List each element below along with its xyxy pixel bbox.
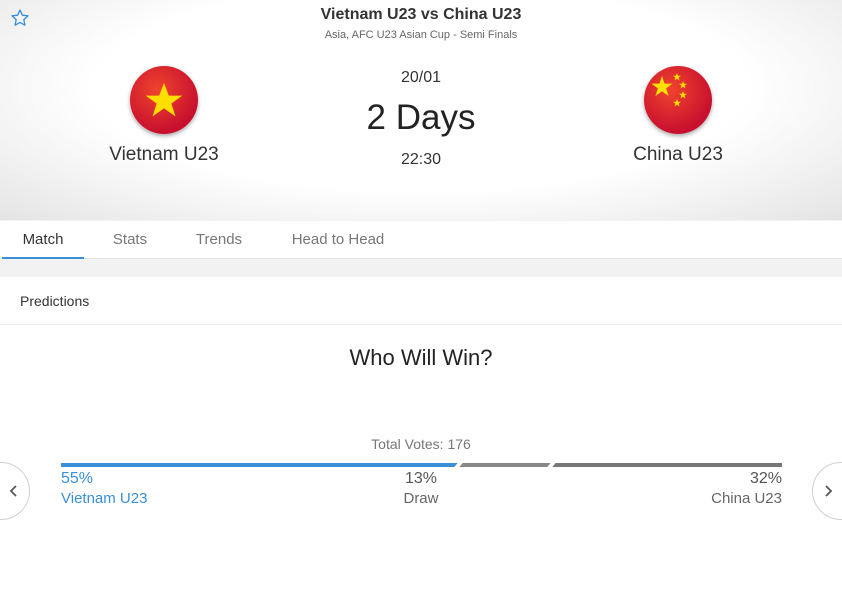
draw-vote-label[interactable]: Draw xyxy=(321,490,521,507)
vote-bar xyxy=(61,462,782,468)
draw-vote-pct: 13% xyxy=(404,470,438,487)
home-team[interactable]: Vietnam U23 xyxy=(64,66,264,166)
tab-match[interactable]: Match xyxy=(2,221,84,259)
match-time: 22:30 xyxy=(400,151,442,168)
home-team-name: Vietnam U23 xyxy=(109,144,219,165)
vote-bar-away xyxy=(551,463,782,467)
tab-trends[interactable]: Trends xyxy=(184,221,254,259)
away-vote-pct: 32% xyxy=(749,470,782,487)
match-title: Vietnam U23 vs China U23 xyxy=(320,6,522,23)
match-countdown: 2 Days xyxy=(366,98,476,137)
competition-name: Asia, AFC U23 Asian Cup - Semi Finals xyxy=(324,29,518,41)
match-header: Vietnam U23 vs China U23 Asia, AFC U23 A… xyxy=(0,0,842,220)
away-vote-label[interactable]: China U23 xyxy=(711,490,782,507)
vote-bar-draw xyxy=(457,463,552,467)
home-vote-pct: 55% xyxy=(61,470,94,487)
match-date: 20/01 xyxy=(400,69,442,86)
tab-head-to-head[interactable]: Head to Head xyxy=(282,221,394,259)
home-vote-label[interactable]: Vietnam U23 xyxy=(61,490,147,507)
away-team[interactable]: China U23 xyxy=(578,66,778,166)
poll-title: Who Will Win? xyxy=(349,345,493,370)
match-tabs: Match Stats Trends Head to Head xyxy=(0,221,842,259)
predictions-header: Predictions xyxy=(0,277,842,325)
away-team-name: China U23 xyxy=(633,144,723,165)
vietnam-flag-icon xyxy=(130,66,198,134)
tab-stats[interactable]: Stats xyxy=(100,221,160,259)
china-flag-icon xyxy=(644,66,712,134)
total-votes: Total Votes: 176 xyxy=(371,436,471,452)
vote-bar-home xyxy=(61,463,458,467)
chevron-left-icon xyxy=(9,485,17,497)
chevron-right-icon xyxy=(825,485,833,497)
predictions-card: Predictions Who Will Win? Total Votes: 1… xyxy=(0,277,842,602)
